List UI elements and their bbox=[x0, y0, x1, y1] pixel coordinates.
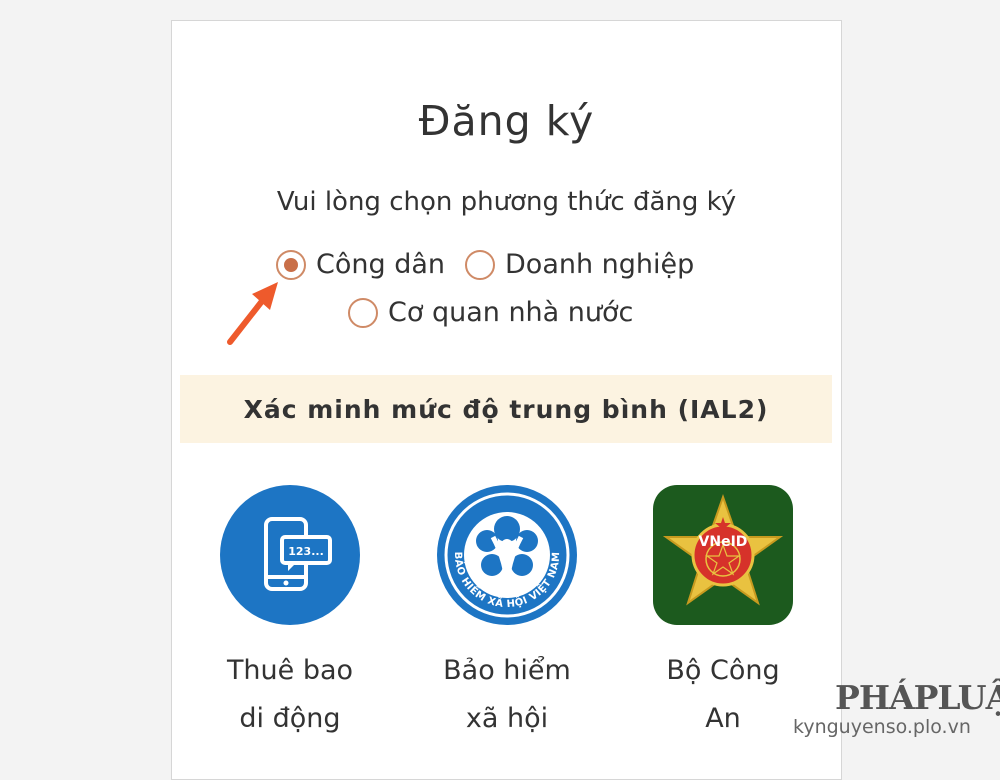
page-subtitle: Vui lòng chọn phương thức đăng ký bbox=[276, 187, 737, 217]
method-label-line1: Bộ Công bbox=[666, 655, 780, 686]
radio-option-co-quan-nha-nuoc[interactable]: Cơ quan nhà nước bbox=[348, 297, 633, 328]
annotation-arrow-icon bbox=[227, 282, 278, 345]
registration-type-row-1: Công dân Doanh nghiệp bbox=[276, 249, 694, 280]
method-mobile-subscriber[interactable]: 123... Thuê bao di động bbox=[200, 485, 380, 743]
bhxh-logo: BẢO HIỂM XÃ HỘI VIỆT NAM bbox=[437, 485, 577, 625]
verification-level-banner: Xác minh mức độ trung bình (IAL2) bbox=[180, 375, 832, 443]
registration-type-row-2: Cơ quan nhà nước bbox=[348, 297, 633, 328]
radio-option-doanh-nghiep[interactable]: Doanh nghiệp bbox=[465, 249, 694, 280]
vneid-logo: VNeID bbox=[653, 485, 793, 625]
method-label: Thuê bao di động bbox=[200, 647, 380, 743]
radio-button[interactable] bbox=[465, 249, 496, 280]
sms-text: 123... bbox=[288, 545, 324, 558]
radio-label-co-quan: Cơ quan nhà nước bbox=[388, 297, 634, 328]
method-label: Bảo hiểm xã hội bbox=[417, 647, 597, 743]
method-label-line2: An bbox=[705, 703, 741, 734]
vneid-logo-text: VNeID bbox=[699, 534, 748, 550]
method-label: Bộ Công An bbox=[633, 647, 813, 743]
method-label-line2: di động bbox=[239, 703, 341, 734]
radio-label-doanh-nghiep: Doanh nghiệp bbox=[505, 249, 695, 280]
watermark-brand: PHÁPLUẬT bbox=[835, 678, 1000, 717]
watermark-url: kynguyenso.plo.vn bbox=[793, 716, 971, 738]
method-label-line1: Thuê bao bbox=[226, 655, 354, 686]
banner-text: Xác minh mức độ trung bình (IAL2) bbox=[243, 394, 769, 424]
method-label-line1: Bảo hiểm bbox=[443, 655, 571, 686]
radio-button[interactable] bbox=[348, 297, 378, 328]
radio-dot bbox=[284, 257, 298, 272]
radio-label-cong-dan: Công dân bbox=[316, 249, 446, 280]
page-title: Đăng ký bbox=[418, 97, 595, 145]
method-label-line2: xã hội bbox=[465, 703, 549, 734]
radio-option-cong-dan[interactable]: Công dân bbox=[276, 249, 445, 280]
phone-sms-icon: 123... bbox=[220, 485, 360, 625]
radio-button-selected[interactable] bbox=[276, 249, 306, 280]
method-ministry-of-public-security[interactable]: VNeID Bộ Công An bbox=[633, 485, 813, 743]
method-social-insurance[interactable]: BẢO HIỂM XÃ HỘI VIỆT NAM Bảo hiểm xã hội bbox=[417, 485, 597, 743]
